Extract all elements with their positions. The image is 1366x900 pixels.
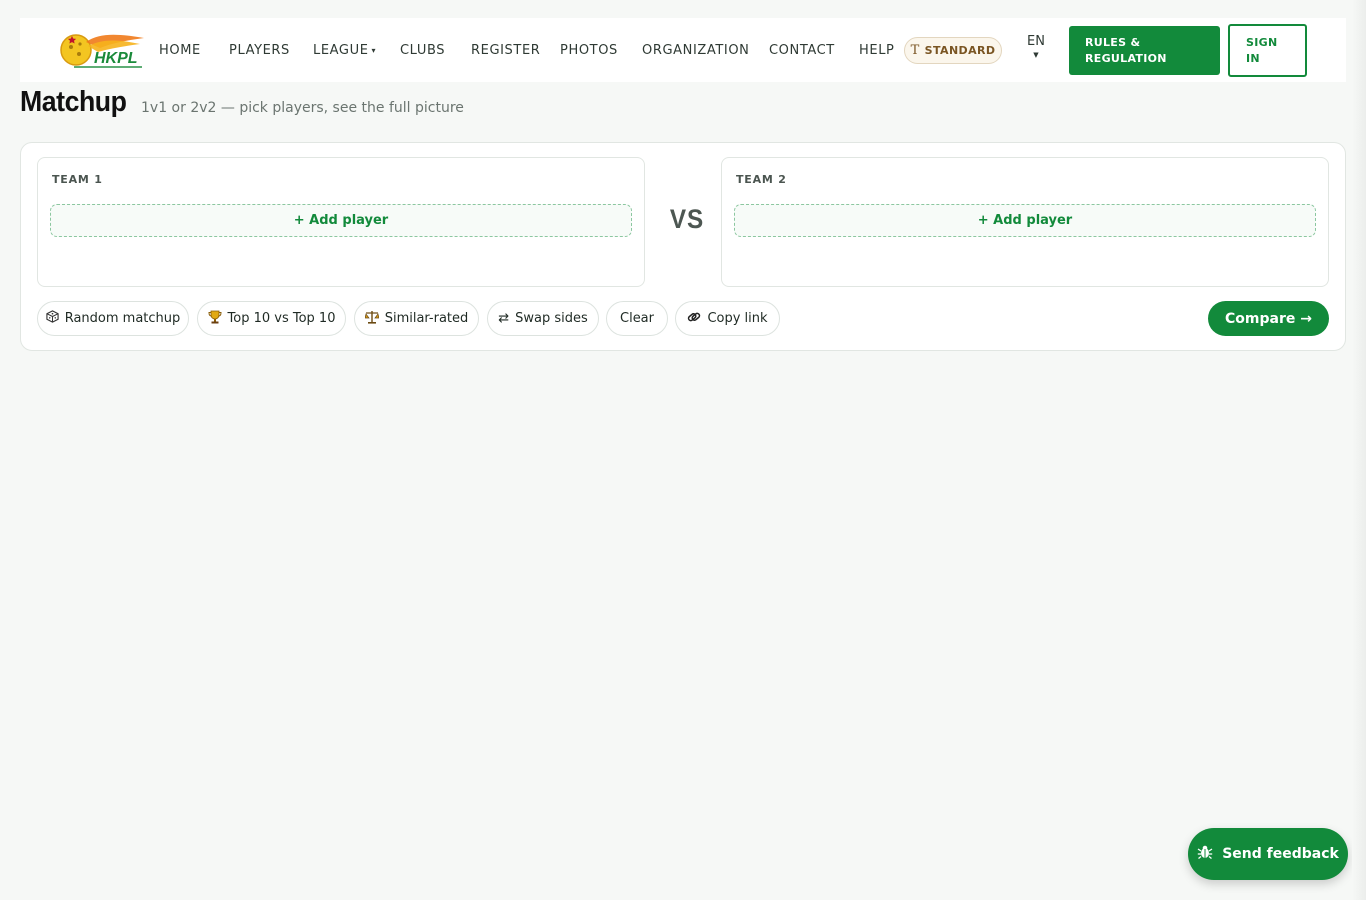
send-feedback-button[interactable]: Send feedback xyxy=(1188,828,1348,880)
compare-button[interactable]: Compare → xyxy=(1208,301,1329,336)
chevron-down-icon: ▼ xyxy=(1033,51,1039,59)
copy-link-label: Copy link xyxy=(707,311,768,326)
top-navbar: HKPL HOME PLAYERS LEAGUE ▾ CLUBS REGISTER… xyxy=(20,18,1346,82)
page-subtitle: 1v1 or 2v2 — pick players, see the full … xyxy=(141,100,464,116)
nav-register[interactable]: REGISTER xyxy=(471,43,540,58)
nav-clubs[interactable]: CLUBS xyxy=(400,43,445,58)
trophy-icon xyxy=(208,310,222,328)
nav-home[interactable]: HOME xyxy=(159,43,201,58)
nav-players[interactable]: PLAYERS xyxy=(229,43,290,58)
team-1-label: TEAM 1 xyxy=(52,173,103,186)
bug-icon xyxy=(1197,844,1213,864)
vs-label: VS xyxy=(669,204,705,234)
language-selector[interactable]: EN ▼ xyxy=(1024,34,1048,60)
team-2-panel: TEAM 2 + Add player xyxy=(721,157,1329,287)
similar-rated-label: Similar-rated xyxy=(384,311,469,326)
top10-label: Top 10 vs Top 10 xyxy=(227,311,336,326)
hkpl-logo[interactable]: HKPL xyxy=(60,30,144,70)
team-2-label: TEAM 2 xyxy=(736,173,787,186)
nav-league[interactable]: LEAGUE ▾ xyxy=(313,43,376,58)
swap-sides-label: Swap sides xyxy=(515,311,588,326)
matchup-card: TEAM 1 + Add player VS TEAM 2 + Add play… xyxy=(20,142,1346,351)
team-1-panel: TEAM 1 + Add player xyxy=(37,157,645,287)
nav-help[interactable]: HELP xyxy=(859,43,894,58)
swap-sides-button[interactable]: ⇄ Swap sides xyxy=(487,301,599,336)
text-mode-toggle[interactable]: T STANDARD xyxy=(904,37,1002,64)
nav-organization[interactable]: ORGANIZATION xyxy=(642,43,750,58)
link-icon xyxy=(687,310,701,328)
copy-link-button[interactable]: Copy link xyxy=(675,301,780,336)
random-matchup-label: Random matchup xyxy=(64,311,181,326)
send-feedback-label: Send feedback xyxy=(1222,846,1339,862)
similar-rated-button[interactable]: Similar-rated xyxy=(354,301,479,336)
team-1-add-player-button[interactable]: + Add player xyxy=(50,204,632,237)
scrollbar[interactable] xyxy=(1352,0,1366,900)
nav-contact[interactable]: CONTACT xyxy=(769,43,835,58)
nav-league-label: LEAGUE xyxy=(313,43,369,58)
chevron-down-icon: ▾ xyxy=(371,46,377,55)
svg-text:HKPL: HKPL xyxy=(94,50,138,67)
swap-arrows-icon: ⇄ xyxy=(498,311,510,326)
sign-in-button[interactable]: SIGN IN xyxy=(1228,24,1307,77)
nav-photos[interactable]: PHOTOS xyxy=(560,43,618,58)
team-2-add-player-button[interactable]: + Add player xyxy=(734,204,1316,237)
text-size-icon: T xyxy=(910,43,920,58)
clear-button[interactable]: Clear xyxy=(606,301,668,336)
dice-icon xyxy=(46,310,59,327)
language-label: EN xyxy=(1027,34,1045,49)
scales-icon xyxy=(364,310,380,328)
rules-regulation-button[interactable]: RULES & REGULATION xyxy=(1069,26,1220,75)
top10-button[interactable]: Top 10 vs Top 10 xyxy=(197,301,346,336)
random-matchup-button[interactable]: Random matchup xyxy=(37,301,189,336)
text-mode-label: STANDARD xyxy=(924,44,996,57)
page-title: Matchup xyxy=(20,86,127,118)
